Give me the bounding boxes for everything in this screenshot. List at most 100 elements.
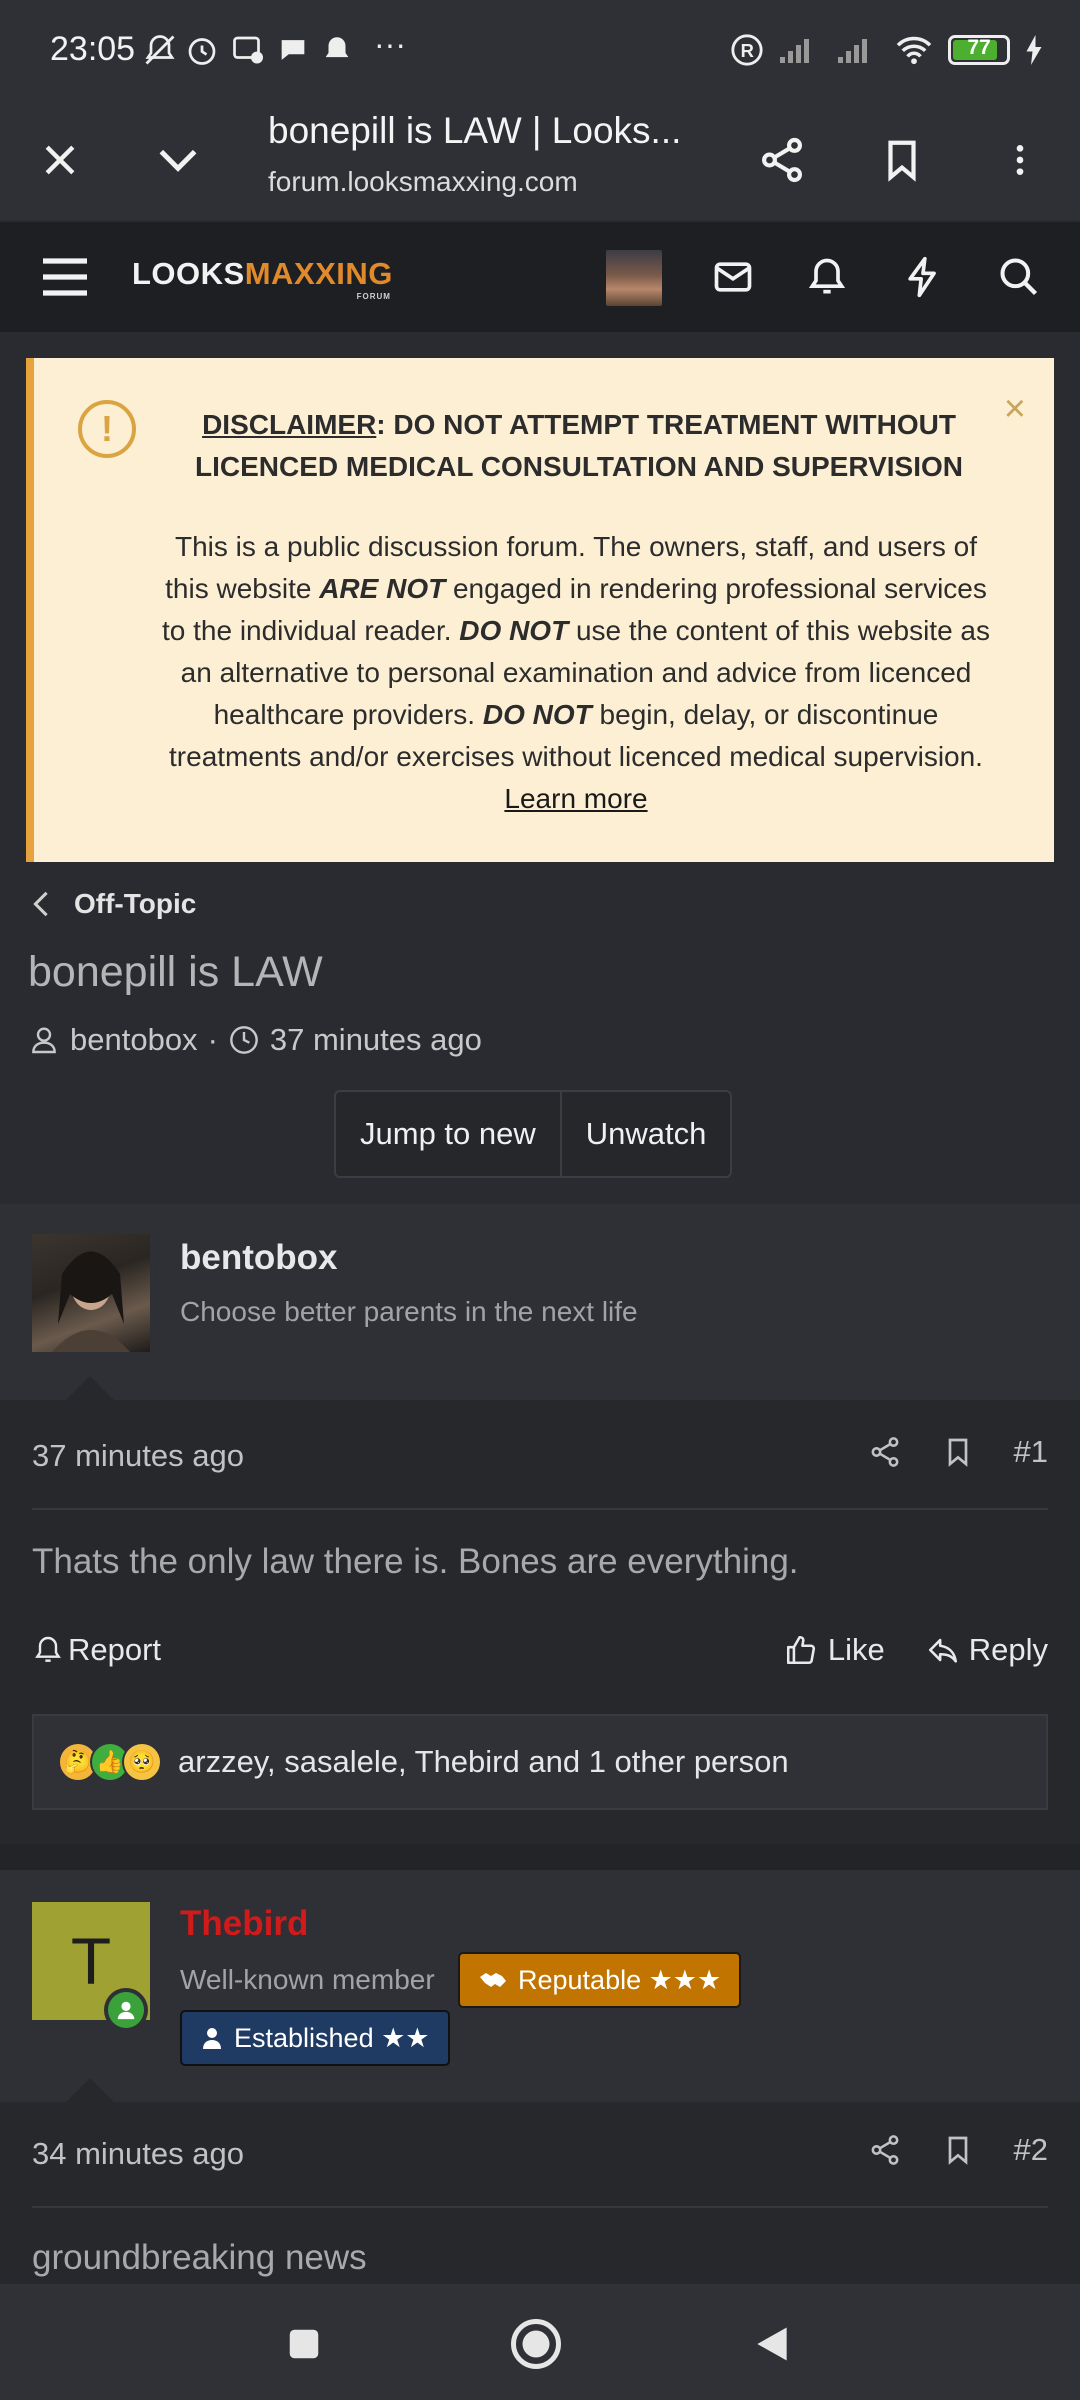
reactions-bar[interactable]: 🤔 👍 🥺 arzzey, sasalele, Thebird and 1 ot… — [32, 1714, 1048, 1810]
meta-separator: · — [207, 1022, 218, 1057]
breadcrumb-label: Off-Topic — [74, 888, 197, 919]
post-1-date[interactable]: 37 minutes ago — [32, 1438, 244, 1474]
post-2-body: 34 minutes ago #2 groundbreaking news — [0, 2102, 1080, 2284]
post-2-date[interactable]: 34 minutes ago — [32, 2136, 244, 2172]
like-label: Like — [827, 1632, 885, 1667]
logo-text-orange: MAXXING — [244, 256, 393, 291]
site-logo[interactable]: LOOKSMAXXING FORUM — [132, 256, 393, 301]
reputable-badge-label: Reputable ★★★ — [518, 1964, 722, 1995]
thread-author[interactable]: bentobox — [70, 1022, 198, 1058]
post-2-user-block: T Thebird Well-known member Reputable ★★… — [0, 1870, 1080, 2102]
share-icon[interactable] — [868, 1434, 902, 1470]
whats-new-button[interactable] — [890, 244, 956, 310]
bell-icon — [808, 258, 846, 294]
post-2-number[interactable]: #2 — [1014, 2132, 1048, 2168]
envelope-icon — [714, 262, 752, 292]
warning-icon: ! — [78, 400, 136, 458]
back-button[interactable] — [742, 2314, 802, 2374]
logo-text-white: LOOKS — [132, 256, 245, 291]
status-bar: 23:05 ··· R 77 — [0, 0, 1080, 100]
post-1-number[interactable]: #1 — [1014, 1434, 1048, 1470]
post-2-username[interactable]: Thebird — [180, 1904, 308, 1944]
hamburger-button[interactable] — [32, 244, 98, 310]
bell-icon — [325, 37, 349, 62]
home-button[interactable] — [506, 2314, 566, 2374]
post-1-pointer — [66, 1376, 114, 1400]
avatar-letter: T — [70, 1924, 112, 1998]
unwatch-button[interactable]: Unwatch — [559, 1092, 731, 1176]
signal-icon — [780, 39, 809, 63]
close-tab-button[interactable] — [22, 122, 98, 198]
charging-icon — [1026, 35, 1042, 65]
search-button[interactable] — [986, 244, 1052, 310]
page-url[interactable]: forum.looksmaxxing.com — [268, 166, 578, 198]
reputable-badge: Reputable ★★★ — [458, 1952, 742, 2008]
share-button[interactable] — [744, 122, 820, 198]
svg-text:R: R — [741, 40, 754, 61]
menu-button[interactable] — [982, 122, 1058, 198]
post-separator — [0, 1844, 1080, 1870]
like-button[interactable]: Like — [784, 1632, 885, 1668]
bookmark-icon — [888, 140, 916, 182]
established-badge-label: Established ★★ — [234, 2022, 430, 2053]
report-button[interactable]: Report — [32, 1632, 161, 1668]
battery-icon: 77 — [948, 35, 1010, 65]
post-1-username[interactable]: bentobox — [180, 1238, 337, 1278]
back-triangle-icon — [757, 2327, 787, 2361]
disclaimer-emphasis-1: ARE NOT — [319, 573, 446, 604]
breadcrumb[interactable]: Off-Topic — [30, 888, 196, 920]
post-1-avatar[interactable] — [32, 1234, 150, 1352]
home-circle-icon — [511, 2319, 561, 2369]
disclaimer-heading: DISCLAIMER: DO NOT ATTEMPT TREATMENT WIT… — [164, 404, 994, 488]
battery-level: 77 — [967, 36, 991, 59]
reply-button[interactable]: Reply — [925, 1632, 1048, 1668]
more-icon: ··· — [374, 26, 406, 62]
alerts-button[interactable] — [794, 244, 860, 310]
post-divider — [32, 1508, 1048, 1510]
thread-actions: Jump to new Unwatch — [334, 1090, 733, 1178]
post-2-message: groundbreaking news — [32, 2238, 367, 2277]
disclaimer-emphasis-3: DO NOT — [482, 699, 592, 730]
thumbs-up-icon — [786, 1635, 815, 1665]
reply-label: Reply — [968, 1632, 1048, 1667]
close-notice-button[interactable]: × — [1004, 388, 1026, 431]
disclaimer-label: DISCLAIMER — [202, 409, 377, 440]
registered-icon: R — [731, 34, 763, 66]
bookmark-icon[interactable] — [942, 2132, 974, 2168]
status-time: 23:05 — [50, 30, 136, 68]
share-icon[interactable] — [868, 2132, 902, 2168]
mute-icon — [145, 35, 175, 65]
inbox-button[interactable] — [700, 244, 766, 310]
chevron-down-icon — [159, 149, 197, 172]
lightning-icon — [908, 256, 936, 298]
report-label: Report — [68, 1632, 162, 1667]
thread-title: bonepill is LAW — [28, 948, 323, 996]
site-header: LOOKSMAXXING FORUM — [0, 222, 1080, 332]
minimize-button[interactable] — [140, 122, 216, 198]
established-badge: Established ★★ — [180, 2010, 450, 2066]
post-1-user-title: Choose better parents in the next life — [180, 1296, 638, 1327]
disclaimer-emphasis-2: DO NOT — [459, 615, 569, 646]
reaction-users: arzzey, sasalele, Thebird and 1 other pe… — [178, 1744, 789, 1779]
jump-to-new-button[interactable]: Jump to new — [336, 1092, 560, 1176]
reply-icon — [928, 1638, 957, 1663]
avatar-portrait-icon — [52, 1251, 130, 1352]
bookmark-button[interactable] — [864, 122, 940, 198]
post-1-user-block: bentobox Choose better parents in the ne… — [0, 1204, 1080, 1400]
thread-meta: bentobox · 37 minutes ago — [28, 1022, 482, 1058]
post-1-body: 37 minutes ago #1 Thats the only law the… — [0, 1400, 1080, 1844]
user-avatar[interactable] — [606, 250, 662, 306]
system-nav-bar — [0, 2284, 1080, 2400]
recents-button[interactable] — [274, 2314, 334, 2374]
handshake-icon — [480, 1973, 506, 1987]
post-2-tools: #2 — [868, 2132, 1048, 2168]
learn-more-link[interactable]: Learn more — [504, 783, 647, 814]
post-2-user-title: Well-known member — [180, 1964, 435, 1995]
facebook-icon — [233, 36, 263, 64]
user-icon — [203, 2028, 221, 2049]
clock-icon — [230, 1026, 258, 1054]
bookmark-icon[interactable] — [942, 1434, 974, 1470]
close-icon — [45, 145, 75, 175]
more-vertical-icon — [1016, 145, 1024, 175]
thread-age[interactable]: 37 minutes ago — [270, 1022, 482, 1058]
